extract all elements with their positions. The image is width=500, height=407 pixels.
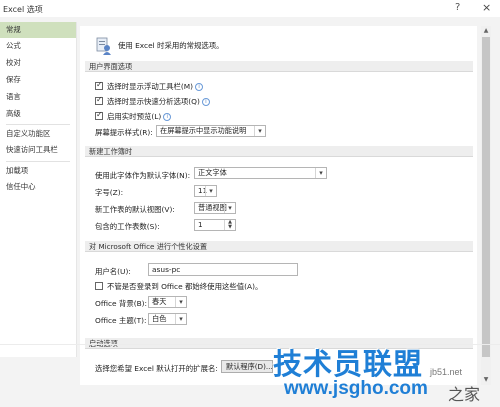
info-icon: i — [195, 83, 204, 91]
sidebar-item-add-ins[interactable]: 加载项 — [0, 163, 76, 179]
chevron-down-icon: ▾ — [315, 168, 326, 178]
help-icon[interactable]: ? — [455, 2, 460, 13]
sidebar-divider — [6, 161, 70, 162]
title-bar: Excel 选项 ? × — [0, 0, 500, 17]
info-icon: i — [163, 113, 172, 121]
section-header-personalize: 对 Microsoft Office 进行个性化设置 — [85, 241, 473, 252]
chevron-down-icon: ▾ — [205, 186, 216, 196]
sidebar-divider — [6, 124, 70, 125]
sidebar-item-proofing[interactable]: 校对 — [0, 55, 76, 71]
chevron-down-icon: ▾ — [175, 297, 186, 307]
sheet-count-value: 1 — [198, 220, 203, 229]
spin-arrows-icon[interactable]: ▲ ▼ — [224, 220, 235, 230]
always-use-checkbox[interactable] — [95, 282, 103, 290]
username-label: 用户名(U): — [95, 267, 131, 276]
sidebar-item-customize-ribbon[interactable]: 自定义功能区 — [0, 126, 76, 142]
sidebar-nav: 常规 公式 校对 保存 语言 高级 自定义功能区 快速访问工具栏 加载项 信任中… — [0, 22, 77, 357]
section-header-ui-options: 用户界面选项 — [85, 61, 473, 72]
office-background-label: Office 背景(B): — [95, 299, 148, 308]
office-background-value: 春天 — [152, 297, 167, 306]
sidebar-item-advanced[interactable]: 高级 — [0, 106, 76, 122]
scroll-thumb[interactable] — [482, 37, 490, 357]
always-use-label: 不管是否登录到 Office 都始终使用这些值(A)。 — [107, 282, 263, 291]
options-dialog: 常规 公式 校对 保存 语言 高级 自定义功能区 快速访问工具栏 加载项 信任中… — [0, 17, 500, 407]
tooltip-style-dropdown[interactable]: 在屏幕提示中显示功能说明 ▾ — [156, 125, 266, 137]
settings-user-icon — [96, 37, 111, 55]
watermark-brand: 技术员联盟 — [273, 347, 424, 381]
check-icon: ✓ — [96, 80, 103, 89]
quick-analysis-option: 选择时显示快速分析选项(Q) i — [107, 96, 210, 107]
extensions-label: 选择您希望 Excel 默认打开的扩展名: — [95, 364, 218, 373]
sidebar-item-quick-access-toolbar[interactable]: 快速访问工具栏 — [0, 142, 76, 158]
default-font-dropdown[interactable]: 正文字体 ▾ — [194, 167, 327, 179]
live-preview-label: 启用实时预览(L) — [107, 112, 162, 121]
check-icon: ✓ — [96, 110, 103, 119]
mini-toolbar-option: 选择时显示浮动工具栏(M) i — [107, 81, 204, 92]
watermark-divider — [0, 344, 500, 345]
quick-analysis-label: 选择时显示快速分析选项(Q) — [107, 97, 200, 106]
mini-toolbar-checkbox[interactable]: ✓ — [95, 80, 103, 90]
close-icon[interactable]: × — [482, 1, 491, 14]
sidebar-item-language[interactable]: 语言 — [0, 89, 76, 105]
vertical-scrollbar[interactable]: ▲ ▼ — [481, 26, 491, 385]
watermark-site: www.jsgho.com — [284, 378, 428, 399]
scroll-down-icon[interactable]: ▼ — [481, 375, 491, 385]
username-input[interactable]: asus-pc — [148, 263, 298, 276]
office-theme-label: Office 主题(T): — [95, 316, 147, 325]
live-preview-checkbox[interactable]: ✓ — [95, 110, 103, 120]
sheet-count-stepper[interactable]: 1 ▲ ▼ — [194, 219, 236, 231]
window-title: Excel 选项 — [3, 5, 43, 14]
watermark-tag: jb51.net — [430, 367, 463, 377]
sidebar-item-trust-center[interactable]: 信任中心 — [0, 179, 76, 195]
default-view-label: 新工作表的默认视图(V): — [95, 205, 175, 214]
font-size-label: 字号(Z): — [95, 188, 124, 197]
live-preview-option: 启用实时预览(L) i — [107, 111, 172, 122]
tooltip-style-value: 在屏幕提示中显示功能说明 — [160, 126, 247, 135]
default-font-value: 正文字体 — [198, 168, 227, 177]
office-theme-dropdown[interactable]: 白色 ▾ — [148, 313, 187, 325]
watermark-corner: 之家 — [448, 387, 481, 404]
default-view-value: 普通视图 — [198, 203, 227, 212]
section-header-new-workbook: 新建工作簿时 — [85, 146, 473, 157]
office-theme-value: 白色 — [152, 314, 167, 323]
sidebar-item-formulas[interactable]: 公式 — [0, 38, 76, 54]
chevron-down-icon: ▾ — [224, 203, 235, 213]
intro-text: 使用 Excel 时采用的常规选项。 — [118, 41, 224, 50]
tooltip-style-label: 屏幕提示样式(R): — [95, 128, 153, 137]
info-icon: i — [201, 98, 210, 106]
default-view-dropdown[interactable]: 普通视图 ▾ — [194, 202, 236, 214]
default-font-label: 使用此字体作为默认字体(N): — [95, 171, 191, 180]
sidebar-item-save[interactable]: 保存 — [0, 72, 76, 88]
scroll-up-icon[interactable]: ▲ — [481, 26, 491, 36]
office-background-dropdown[interactable]: 春天 ▾ — [148, 296, 187, 308]
sheet-count-label: 包含的工作表数(S): — [95, 222, 160, 231]
quick-analysis-checkbox[interactable]: ✓ — [95, 95, 103, 105]
font-size-dropdown[interactable]: 11 ▾ — [194, 185, 217, 197]
chevron-down-icon: ▾ — [254, 126, 265, 136]
default-programs-button[interactable]: 默认程序(D)... — [221, 360, 273, 373]
check-icon: ✓ — [96, 95, 103, 104]
mini-toolbar-label: 选择时显示浮动工具栏(M) — [107, 82, 194, 91]
chevron-down-icon: ▾ — [175, 314, 186, 324]
sidebar-item-general[interactable]: 常规 — [0, 22, 76, 38]
options-content: 使用 Excel 时采用的常规选项。 用户界面选项 ✓ 选择时显示浮动工具栏(M… — [80, 26, 477, 385]
